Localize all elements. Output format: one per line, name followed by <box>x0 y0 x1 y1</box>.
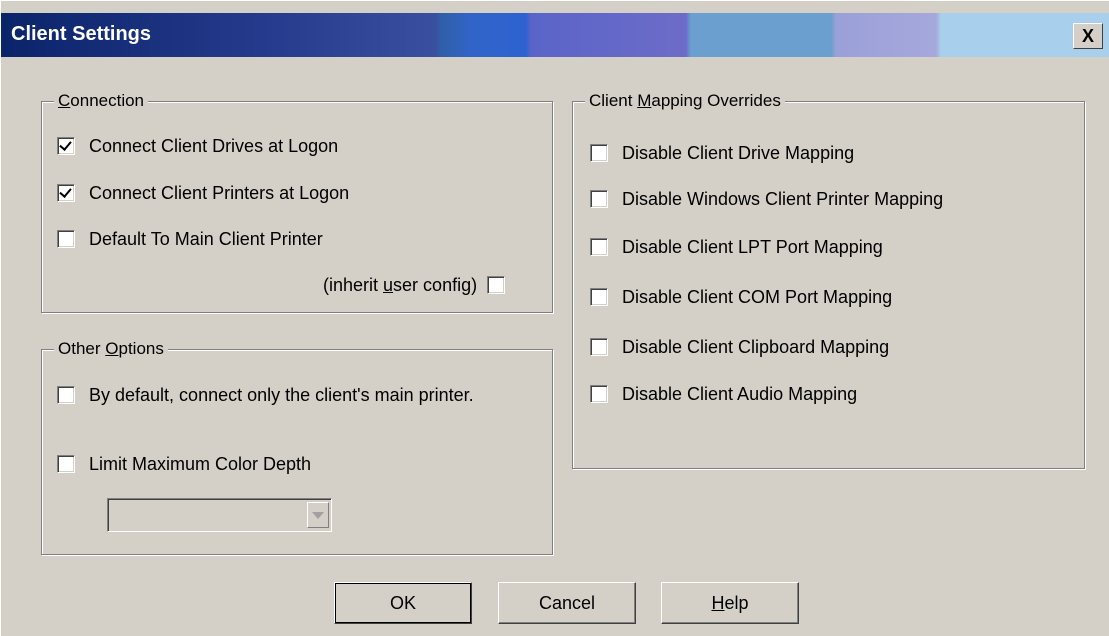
disable-clipboard-mapping-label: Disable Client Clipboard Mapping <box>622 337 890 357</box>
connect-drives-label: Connect Client Drives at Logon <box>89 136 339 156</box>
inherit-user-config-option[interactable]: (inherit user config) <box>323 273 506 297</box>
disable-com-mapping-label: Disable Client COM Port Mapping <box>622 287 893 307</box>
other-options-legend: Other Options <box>54 338 168 360</box>
disable-clipboard-mapping-option[interactable]: Disable Client Clipboard Mapping <box>590 335 889 359</box>
disable-drive-mapping-checkbox[interactable] <box>590 144 608 162</box>
window-title: Client Settings <box>11 23 152 45</box>
ok-button[interactable]: OK <box>334 582 472 624</box>
disable-drive-mapping-option[interactable]: Disable Client Drive Mapping <box>590 141 854 165</box>
disable-lpt-mapping-label: Disable Client LPT Port Mapping <box>622 237 883 257</box>
title-bar-gradient <box>1 13 1109 57</box>
connect-printers-checkbox[interactable] <box>57 184 75 202</box>
disable-com-mapping-option[interactable]: Disable Client COM Port Mapping <box>590 285 892 309</box>
connect-main-printer-only-option[interactable]: By default, connect only the client's ma… <box>57 383 519 407</box>
color-depth-dropdown[interactable] <box>107 498 332 532</box>
client-settings-dialog: Client Settings X Connection Connect Cli… <box>0 0 1109 636</box>
disable-clipboard-mapping-checkbox[interactable] <box>590 338 608 356</box>
disable-printer-mapping-checkbox[interactable] <box>590 190 608 208</box>
connect-drives-option[interactable]: Connect Client Drives at Logon <box>57 134 338 158</box>
cancel-button[interactable]: Cancel <box>498 582 636 624</box>
disable-lpt-mapping-option[interactable]: Disable Client LPT Port Mapping <box>590 235 883 259</box>
disable-printer-mapping-label: Disable Windows Client Printer Mapping <box>622 189 944 209</box>
connect-printers-option[interactable]: Connect Client Printers at Logon <box>57 181 349 205</box>
default-main-printer-option[interactable]: Default To Main Client Printer <box>57 227 323 251</box>
connect-drives-checkbox[interactable] <box>57 137 75 155</box>
close-icon: X <box>1081 26 1094 46</box>
connect-main-printer-only-checkbox[interactable] <box>57 386 75 404</box>
connection-legend: Connection <box>54 90 149 112</box>
connect-printers-label: Connect Client Printers at Logon <box>89 183 350 203</box>
title-bar[interactable]: Client Settings X <box>1 13 1109 57</box>
default-main-printer-checkbox[interactable] <box>57 230 75 248</box>
disable-com-mapping-checkbox[interactable] <box>590 288 608 306</box>
mapping-overrides-legend: Client Mapping Overrides <box>585 90 785 112</box>
inherit-user-config-checkbox[interactable] <box>487 276 506 294</box>
default-main-printer-label: Default To Main Client Printer <box>89 229 323 249</box>
connect-main-printer-only-label: By default, connect only the client's ma… <box>89 385 474 405</box>
disable-audio-mapping-option[interactable]: Disable Client Audio Mapping <box>590 382 857 406</box>
limit-color-depth-label: Limit Maximum Color Depth <box>89 454 312 474</box>
disable-drive-mapping-label: Disable Client Drive Mapping <box>622 143 855 163</box>
disable-audio-mapping-label: Disable Client Audio Mapping <box>622 384 858 404</box>
limit-color-depth-option[interactable]: Limit Maximum Color Depth <box>57 452 311 476</box>
disable-printer-mapping-option[interactable]: Disable Windows Client Printer Mapping <box>590 187 943 211</box>
disable-lpt-mapping-checkbox[interactable] <box>590 238 608 256</box>
inherit-user-config-label: (inherit user config) <box>323 275 478 295</box>
help-button[interactable]: Help <box>661 582 799 624</box>
limit-color-depth-checkbox[interactable] <box>57 455 75 473</box>
chevron-down-icon[interactable] <box>307 502 329 528</box>
close-button[interactable]: X <box>1073 23 1103 49</box>
disable-audio-mapping-checkbox[interactable] <box>590 385 608 403</box>
